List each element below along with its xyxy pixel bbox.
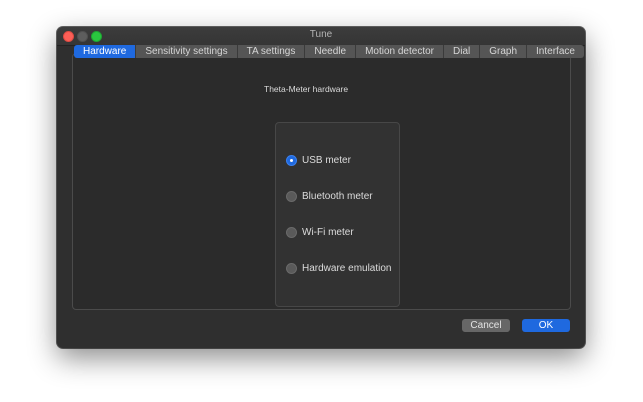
cancel-button[interactable]: Cancel bbox=[462, 319, 510, 332]
radio-label-bluetooth-meter: Bluetooth meter bbox=[302, 190, 373, 202]
tab-hardware[interactable]: Hardware bbox=[74, 45, 137, 58]
radio-selected-icon[interactable] bbox=[286, 154, 297, 166]
radio-usb-meter[interactable]: USB meter bbox=[286, 153, 351, 167]
hardware-group-label: Theta-Meter hardware bbox=[264, 84, 349, 94]
radio-label-wifi-meter: Wi-Fi meter bbox=[302, 226, 354, 238]
radio-wifi-meter[interactable]: Wi-Fi meter bbox=[286, 225, 354, 239]
radio-bluetooth-meter[interactable]: Bluetooth meter bbox=[286, 189, 373, 203]
tab-sensitivity-settings[interactable]: Sensitivity settings bbox=[136, 45, 238, 58]
radio-hardware-emulation[interactable]: Hardware emulation bbox=[286, 261, 392, 275]
tab-graph[interactable]: Graph bbox=[480, 45, 528, 58]
tab-interface[interactable]: Interface bbox=[527, 45, 584, 58]
window-title: Tune bbox=[309, 29, 333, 40]
title-bar[interactable]: Tune bbox=[57, 27, 585, 46]
tab-motion-detector[interactable]: Motion detector bbox=[356, 45, 444, 58]
radio-unselected-icon[interactable] bbox=[286, 226, 297, 238]
hardware-group-box: USB meter Bluetooth meter Wi-Fi meter Ha… bbox=[275, 122, 400, 307]
radio-label-hardware-emulation: Hardware emulation bbox=[302, 262, 392, 274]
radio-label-usb-meter: USB meter bbox=[302, 154, 351, 166]
ok-button[interactable]: OK bbox=[522, 319, 570, 332]
radio-unselected-icon[interactable] bbox=[286, 190, 297, 202]
preferences-window: Tune USB meter Bluetooth meter Wi-Fi met… bbox=[57, 27, 585, 348]
tab-dial[interactable]: Dial bbox=[444, 45, 481, 58]
radio-unselected-icon[interactable] bbox=[286, 262, 297, 274]
tab-bar: Hardware Sensitivity settings TA setting… bbox=[74, 45, 584, 58]
tab-needle[interactable]: Needle bbox=[305, 45, 357, 58]
tab-ta-settings[interactable]: TA settings bbox=[237, 45, 306, 58]
